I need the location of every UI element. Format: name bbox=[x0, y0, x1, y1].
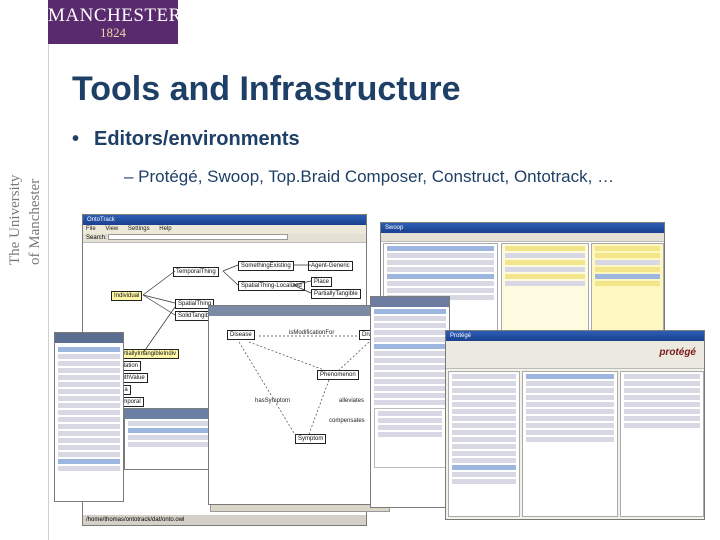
logo-year: 1824 bbox=[100, 25, 126, 40]
class-tree-window[interactable] bbox=[54, 332, 124, 502]
menu-settings[interactable]: Settings bbox=[128, 226, 150, 232]
swoop-tree-window[interactable] bbox=[370, 296, 450, 508]
menu-file[interactable]: File bbox=[86, 226, 96, 232]
search-label: Search: bbox=[86, 235, 107, 241]
menu-view[interactable]: View bbox=[105, 226, 118, 232]
search-input[interactable] bbox=[108, 234, 289, 241]
divider-line bbox=[48, 44, 49, 540]
university-logo: MANCHESTER 1824 bbox=[48, 0, 182, 44]
protege-properties[interactable] bbox=[620, 371, 704, 517]
protege-class-editor[interactable] bbox=[522, 371, 618, 517]
bullet-editors: • Editors/environments bbox=[72, 128, 300, 151]
diagram-edges bbox=[238, 335, 370, 439]
protege-window[interactable]: Protégé protégé bbox=[445, 330, 705, 520]
bullet-editors-text: Editors/environments bbox=[94, 128, 300, 150]
bullet-tools-list: – Protégé, Swoop, Top.Braid Composer, Co… bbox=[124, 167, 615, 186]
protege-logo: protégé bbox=[659, 347, 696, 358]
ontotrack-titlebar[interactable]: OntoTrack bbox=[83, 215, 366, 225]
protege-titlebar[interactable]: Protégé bbox=[446, 331, 704, 341]
diagram-window[interactable]: Disease isModificationFor Drug Phenomeno… bbox=[208, 305, 388, 505]
property-panel[interactable] bbox=[124, 408, 212, 470]
logo-name: MANCHESTER bbox=[48, 5, 182, 26]
protege-class-tree[interactable] bbox=[448, 371, 520, 517]
status-bar: /home/thomas/ontotrack/dat/onto.owl bbox=[83, 515, 366, 525]
ontotrack-menubar: File View Settings Help bbox=[83, 225, 366, 234]
menu-help[interactable]: Help bbox=[159, 226, 171, 232]
search-bar: Search: bbox=[83, 234, 366, 243]
university-vertical-text: The University of Manchester bbox=[6, 155, 46, 265]
bullet-marker: • bbox=[72, 128, 80, 150]
vertical-line-1: The University bbox=[7, 174, 23, 265]
swoop-side-pane[interactable] bbox=[591, 243, 664, 343]
slide-title: Tools and Infrastructure bbox=[72, 70, 461, 108]
swoop-titlebar[interactable]: Swoop bbox=[381, 223, 664, 233]
swoop-content[interactable] bbox=[501, 243, 589, 343]
vertical-line-2: of Manchester bbox=[27, 178, 43, 265]
